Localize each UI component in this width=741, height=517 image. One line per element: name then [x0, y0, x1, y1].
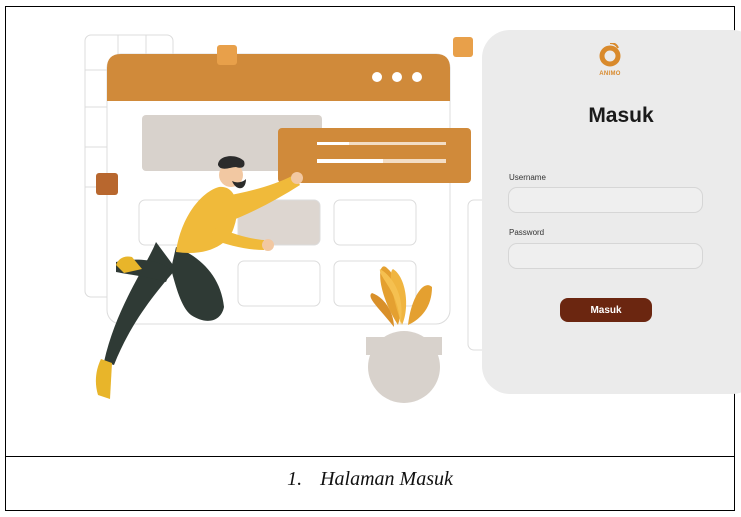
password-label: Password [509, 228, 545, 237]
page-title: Masuk [588, 104, 654, 127]
figure-frame: ANIMO Masuk Username Password Masuk 1. Ha… [5, 6, 741, 511]
animo-logo: ANIMO [595, 42, 625, 83]
caption-text: Halaman Masuk [320, 468, 453, 490]
browser-window-graphic [106, 53, 499, 351]
password-field[interactable] [508, 243, 703, 269]
caption-divider [6, 456, 734, 457]
brand-name: ANIMO [599, 71, 621, 77]
login-card: ANIMO Masuk Username Password Masuk [482, 30, 741, 394]
username-field[interactable] [508, 187, 703, 213]
login-button[interactable]: Masuk [560, 298, 652, 322]
figure-caption: 1. Halaman Masuk [6, 468, 734, 491]
username-label: Username [509, 173, 546, 182]
popup-card-graphic [278, 128, 471, 183]
caption-number: 1. [287, 468, 303, 490]
animo-logo-icon [599, 42, 621, 67]
